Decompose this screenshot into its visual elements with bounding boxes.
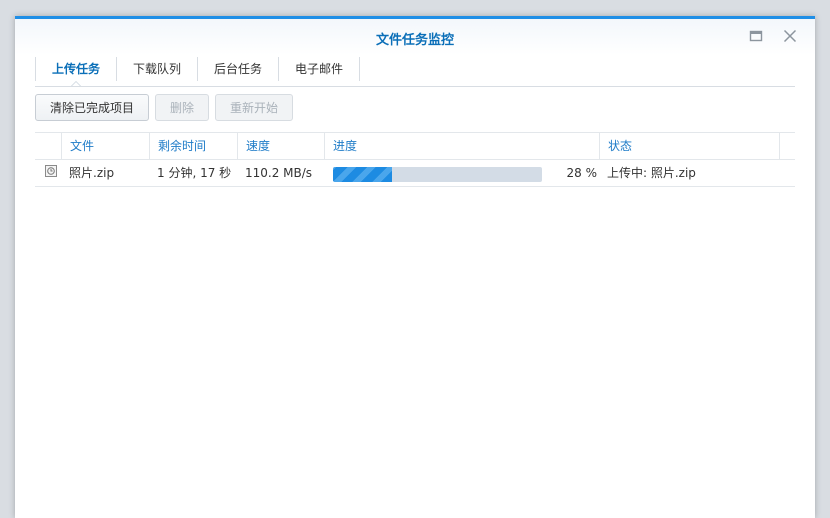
table-row[interactable]: 照片.zip 1 分钟, 17 秒 110.2 MB/s 28 % 上传中: 照… [35,160,795,187]
task-table: 文件 剩余时间 速度 进度 状态 照片.zip 1 分钟, 17 秒 110.2… [35,132,795,187]
clear-completed-button[interactable]: 清除已完成项目 [35,94,150,121]
status-cell: 上传中: 照片.zip [607,166,696,180]
title-bar[interactable]: 文件任务监控 [15,19,815,55]
icon-column-header [35,133,61,159]
tab-label: 上传任务 [52,62,101,76]
tab-bar: 上传任务 下载队列 后台任务 电子邮件 [35,55,361,87]
column-header-file[interactable]: 文件 [61,133,149,159]
tab-label: 后台任务 [214,62,263,76]
column-header-spacer [779,133,795,159]
tab-background-tasks[interactable]: 后台任务 [198,57,280,81]
column-header-progress[interactable]: 进度 [324,133,599,159]
table-header: 文件 剩余时间 速度 进度 状态 [35,132,795,160]
progress-percent: 28 % [566,166,598,180]
file-name-cell: 照片.zip [69,166,115,180]
tab-email[interactable]: 电子邮件 [279,57,361,81]
column-header-speed[interactable]: 速度 [237,133,324,159]
row-icon-cell [35,160,61,186]
column-header-remaining[interactable]: 剩余时间 [149,133,237,159]
tab-upload-tasks[interactable]: 上传任务 [35,57,118,87]
progress-bar-fill [333,167,392,182]
delete-button[interactable]: 删除 [155,94,210,121]
tab-label: 电子邮件 [295,62,344,76]
remaining-time-cell: 1 分钟, 17 秒 [157,166,232,180]
tab-label: 下载队列 [133,62,182,76]
tabs-divider [35,86,795,87]
tab-download-queue[interactable]: 下载队列 [117,57,199,81]
window-title: 文件任务监控 [375,33,454,48]
progress-bar [333,167,542,182]
speed-cell: 110.2 MB/s [245,166,313,180]
file-task-monitor-window: 文件任务监控 上传任务 下载队列 后台任务 电子邮件 清除已完成项目 删除 重新… [15,16,815,518]
close-icon[interactable] [781,27,799,45]
clock-icon [45,165,57,177]
column-header-status[interactable]: 状态 [599,133,779,159]
maximize-icon[interactable] [747,27,765,45]
progress-cell: 28 % [324,160,599,186]
toolbar: 清除已完成项目 删除 重新开始 [35,94,294,121]
restart-button[interactable]: 重新开始 [215,94,294,121]
